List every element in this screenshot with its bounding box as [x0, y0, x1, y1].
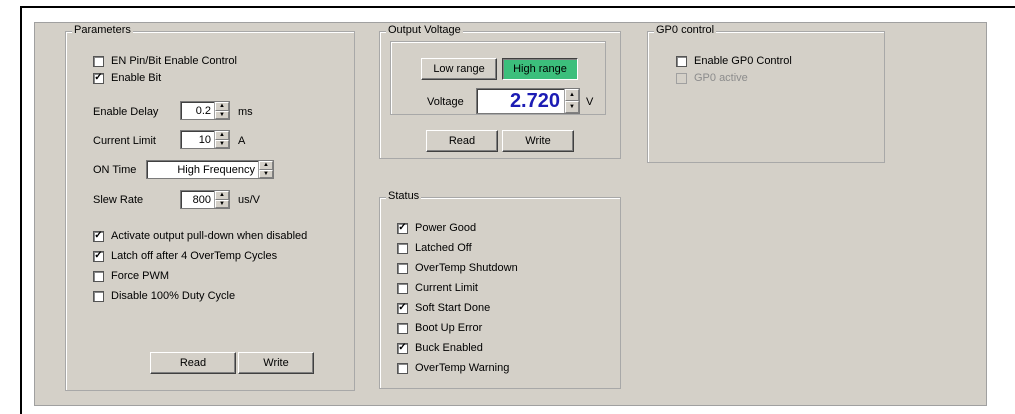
status-checkbox [397, 362, 408, 374]
gp0-active-checkbox: GP0 active [676, 72, 748, 84]
status-title: Status [386, 190, 422, 202]
status-label: Current Limit [415, 282, 478, 294]
window-frame-left [20, 6, 22, 414]
output-voltage-group: Output Voltage Low range High range Volt… [379, 24, 621, 159]
status-checkbox [397, 282, 408, 294]
status-checkbox [397, 322, 408, 334]
spin-up-icon[interactable]: ▲ [565, 89, 579, 101]
option-pull-down-box[interactable]: ✓ [93, 230, 104, 242]
status-label: Power Good [415, 222, 477, 234]
parameters-write-button[interactable]: Write [238, 352, 314, 374]
status-checkbox: ✓ [397, 222, 408, 234]
status-item: ✓ Power Good [397, 222, 476, 234]
low-range-button[interactable]: Low range [421, 58, 497, 80]
option-force-pwm-label: Force PWM [111, 270, 170, 282]
status-label: Latched Off [415, 242, 472, 254]
status-item: OverTemp Warning [397, 362, 509, 374]
enable-bit-checkbox[interactable]: ✓ Enable Bit [93, 72, 161, 84]
output-write-button[interactable]: Write [502, 130, 574, 152]
status-label: OverTemp Shutdown [415, 262, 518, 274]
on-time-label: ON Time [93, 164, 137, 176]
gp0-active-label: GP0 active [694, 72, 748, 84]
option-pull-down-label: Activate output pull-down when disabled [111, 230, 308, 242]
on-time-value[interactable]: High Frequency [147, 164, 258, 176]
en-pin-label: EN Pin/Bit Enable Control [111, 55, 237, 67]
en-pin-checkbox[interactable]: EN Pin/Bit Enable Control [93, 55, 237, 67]
status-checkbox [397, 262, 408, 274]
spin-down-icon[interactable]: ▼ [215, 199, 229, 208]
current-limit-spinner[interactable]: 10 ▲ ▼ [180, 130, 230, 149]
status-checkbox: ✓ [397, 302, 408, 314]
option-duty-cycle-box[interactable] [93, 290, 104, 302]
current-limit-label: Current Limit [93, 135, 156, 147]
option-latch-off-checkbox[interactable]: ✓ Latch off after 4 OverTemp Cycles [93, 250, 277, 262]
parameters-read-button[interactable]: Read [150, 352, 236, 374]
status-checkbox [397, 242, 408, 254]
option-force-pwm-box[interactable] [93, 270, 104, 282]
enable-bit-checkbox-box[interactable]: ✓ [93, 72, 104, 84]
parameters-group: Parameters EN Pin/Bit Enable Control ✓ E… [65, 24, 355, 391]
gp0-group: GP0 control Enable GP0 Control GP0 activ… [647, 24, 885, 163]
option-pull-down-checkbox[interactable]: ✓ Activate output pull-down when disable… [93, 230, 307, 242]
slew-rate-spinner[interactable]: 800 ▲ ▼ [180, 190, 230, 209]
enable-delay-unit: ms [238, 106, 253, 118]
option-duty-cycle-checkbox[interactable]: Disable 100% Duty Cycle [93, 290, 235, 302]
spin-up-icon[interactable]: ▲ [215, 102, 229, 111]
spin-down-icon[interactable]: ▼ [215, 110, 229, 119]
enable-gp0-box[interactable] [676, 55, 687, 67]
output-voltage-title: Output Voltage [386, 24, 463, 36]
gp0-active-box [676, 72, 687, 84]
status-item: ✓ Buck Enabled [397, 342, 483, 354]
status-item: Boot Up Error [397, 322, 482, 334]
parameters-title: Parameters [72, 24, 133, 36]
high-range-button[interactable]: High range [502, 58, 578, 80]
gp0-title: GP0 control [654, 24, 717, 36]
enable-delay-value[interactable]: 0.2 [181, 105, 214, 117]
window-frame-top [20, 6, 1015, 8]
output-read-button[interactable]: Read [426, 130, 498, 152]
status-item: OverTemp Shutdown [397, 262, 518, 274]
option-latch-off-box[interactable]: ✓ [93, 250, 104, 262]
on-time-spinner[interactable]: High Frequency ▲ ▼ [146, 160, 274, 179]
voltage-unit: V [586, 96, 594, 108]
option-force-pwm-checkbox[interactable]: Force PWM [93, 270, 169, 282]
option-latch-off-label: Latch off after 4 OverTemp Cycles [111, 250, 278, 262]
status-checkbox: ✓ [397, 342, 408, 354]
spin-down-icon[interactable]: ▼ [215, 139, 229, 148]
status-label: Boot Up Error [415, 322, 483, 334]
enable-bit-label: Enable Bit [111, 72, 162, 84]
main-panel: Parameters EN Pin/Bit Enable Control ✓ E… [34, 22, 987, 406]
status-item: Current Limit [397, 282, 478, 294]
spin-up-icon[interactable]: ▲ [215, 131, 229, 140]
slew-rate-unit: us/V [238, 194, 261, 206]
enable-gp0-label: Enable GP0 Control [694, 55, 792, 67]
voltage-label: Voltage [427, 96, 464, 108]
spin-down-icon[interactable]: ▼ [565, 101, 579, 113]
current-limit-value[interactable]: 10 [181, 134, 214, 146]
status-label: Buck Enabled [415, 342, 483, 354]
status-group: Status ✓ Power Good Latched Off OverTemp Sh… [379, 190, 621, 389]
spin-up-icon[interactable]: ▲ [259, 161, 273, 170]
status-item: Latched Off [397, 242, 472, 254]
spin-down-icon[interactable]: ▼ [259, 169, 273, 178]
spin-up-icon[interactable]: ▲ [215, 191, 229, 200]
slew-rate-label: Slew Rate [93, 194, 144, 206]
status-label: OverTemp Warning [415, 362, 510, 374]
en-pin-checkbox-box[interactable] [93, 55, 104, 67]
enable-delay-spinner[interactable]: 0.2 ▲ ▼ [180, 101, 230, 120]
status-label: Soft Start Done [415, 302, 491, 314]
option-duty-cycle-label: Disable 100% Duty Cycle [111, 290, 236, 302]
voltage-spinner[interactable]: 2.720 ▲ ▼ [476, 88, 580, 114]
enable-gp0-checkbox[interactable]: Enable GP0 Control [676, 55, 792, 67]
voltage-value[interactable]: 2.720 [477, 90, 564, 113]
enable-delay-label: Enable Delay [93, 106, 159, 118]
current-limit-unit: A [238, 135, 246, 147]
status-item: ✓ Soft Start Done [397, 302, 490, 314]
slew-rate-value[interactable]: 800 [181, 194, 214, 206]
